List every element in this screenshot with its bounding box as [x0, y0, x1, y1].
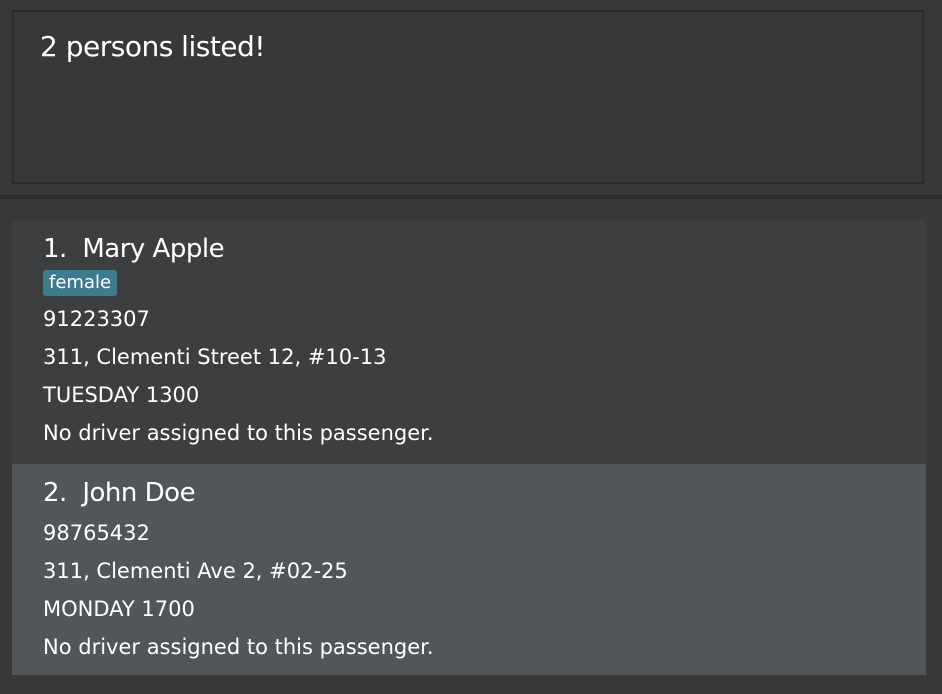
result-display: 2 persons listed!: [12, 10, 924, 184]
result-text: 2 persons listed!: [40, 30, 266, 63]
person-name: John Doe: [82, 478, 196, 508]
person-name-line: 1. Mary Apple: [43, 234, 926, 270]
person-phone: 98765432: [43, 521, 150, 545]
person-schedule: TUESDAY 1300: [43, 383, 200, 407]
tag-badge: female: [43, 270, 118, 296]
person-index: 1.: [43, 234, 67, 264]
person-card-selected[interactable]: 2. John Doe 98765432 311, Clementi Ave 2…: [12, 464, 926, 675]
person-index: 2.: [43, 478, 67, 508]
person-driver: No driver assigned to this passenger.: [43, 421, 434, 445]
person-card[interactable]: 1. Mary Apple female 91223307 311, Cleme…: [12, 220, 926, 464]
divider: [0, 195, 942, 199]
person-name: Mary Apple: [82, 234, 225, 264]
person-address: 311, Clementi Street 12, #10-13: [43, 345, 387, 369]
person-schedule: MONDAY 1700: [43, 597, 195, 621]
person-address: 311, Clementi Ave 2, #02-25: [43, 559, 348, 583]
person-driver: No driver assigned to this passenger.: [43, 635, 434, 659]
person-phone: 91223307: [43, 307, 150, 331]
person-list[interactable]: 1. Mary Apple female 91223307 311, Cleme…: [12, 220, 926, 675]
person-name-line: 2. John Doe: [43, 478, 926, 514]
